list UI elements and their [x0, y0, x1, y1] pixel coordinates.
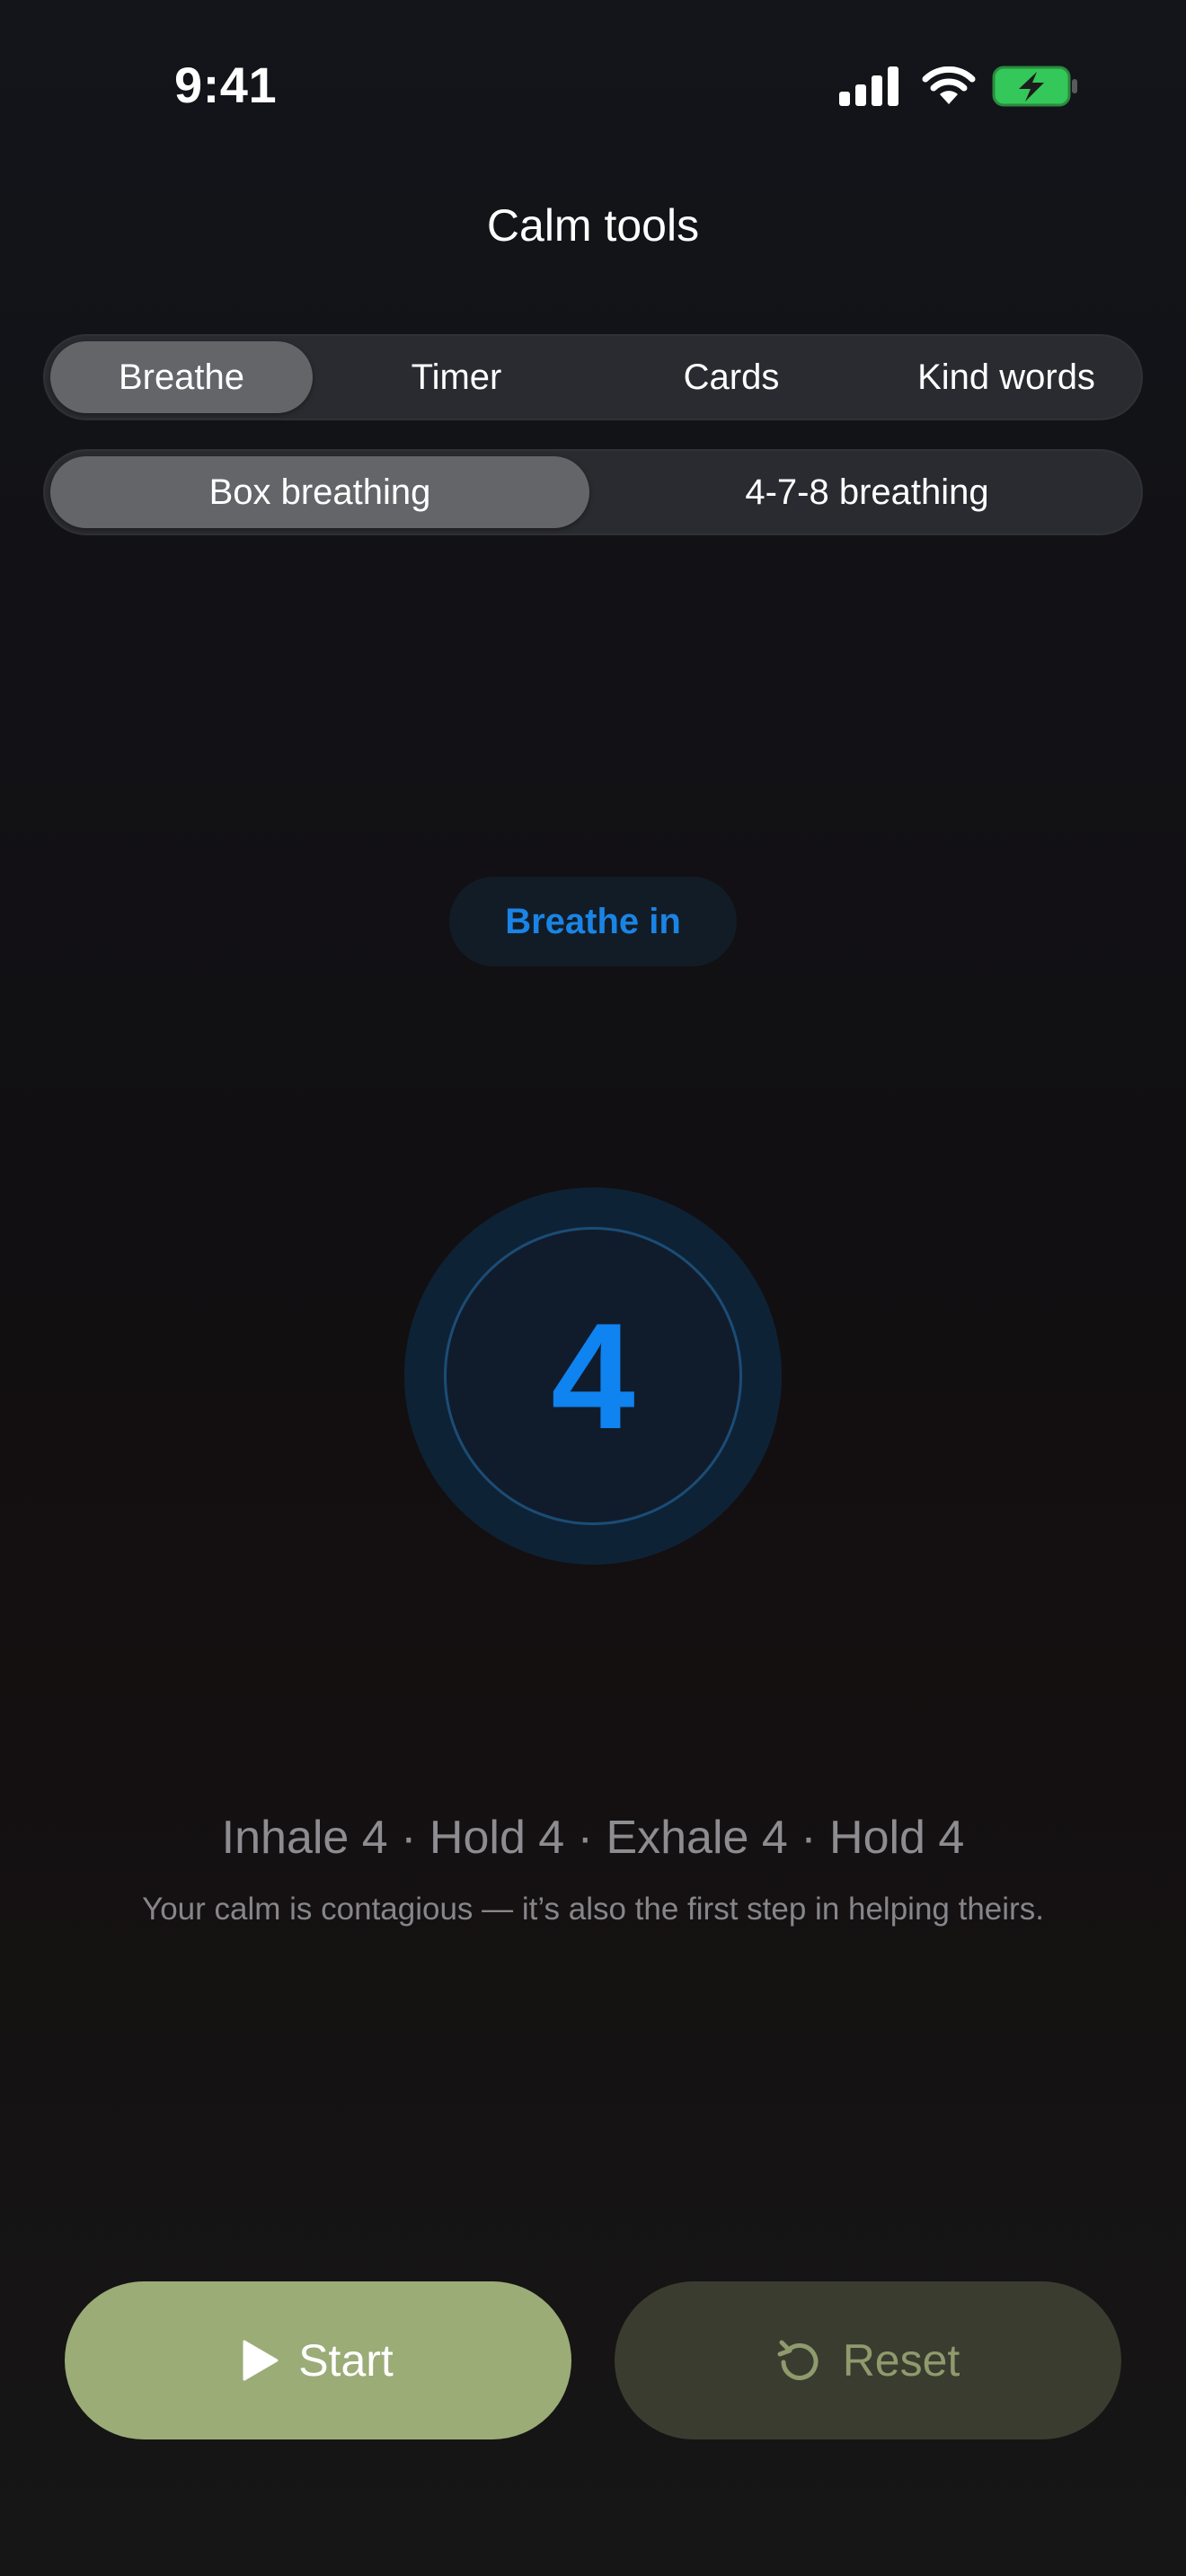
status-time: 9:41 [174, 57, 278, 113]
countdown-number: 4 [551, 1291, 635, 1460]
tool-tabs: Breathe Timer Cards Kind words [43, 334, 1143, 420]
phase-label: Breathe in [449, 877, 737, 966]
status-bar: 9:41 [0, 0, 1186, 171]
start-button-label: Start [298, 2335, 394, 2386]
calm-tools-screen: 9:41 Calm tools Breathe Timer Cards Kind… [0, 0, 1186, 2576]
tab-cards[interactable]: Cards [600, 341, 863, 413]
mode-478-breathing[interactable]: 4-7-8 breathing [595, 456, 1139, 528]
reset-button-label: Reset [842, 2335, 960, 2386]
battery-charging-icon [992, 66, 1077, 107]
signal-icon [839, 66, 898, 106]
breathing-pattern: Inhale 4 · Hold 4 · Exhale 4 · Hold 4 [221, 1812, 965, 1864]
reset-button[interactable]: Reset [615, 2281, 1121, 2439]
wifi-icon [922, 66, 976, 104]
encouragement-message: Your calm is contagious — it’s also the … [142, 1892, 1044, 1927]
tab-timer[interactable]: Timer [325, 341, 588, 413]
tab-breathe[interactable]: Breathe [50, 341, 313, 413]
play-icon [243, 2340, 279, 2381]
mode-box-breathing[interactable]: Box breathing [50, 456, 589, 528]
start-button[interactable]: Start [65, 2281, 571, 2439]
page-title: Calm tools [486, 200, 700, 251]
breathing-mode-selector: Box breathing 4-7-8 breathing [43, 449, 1143, 535]
tab-kind-words[interactable]: Kind words [875, 341, 1137, 413]
reset-icon [777, 2340, 819, 2380]
